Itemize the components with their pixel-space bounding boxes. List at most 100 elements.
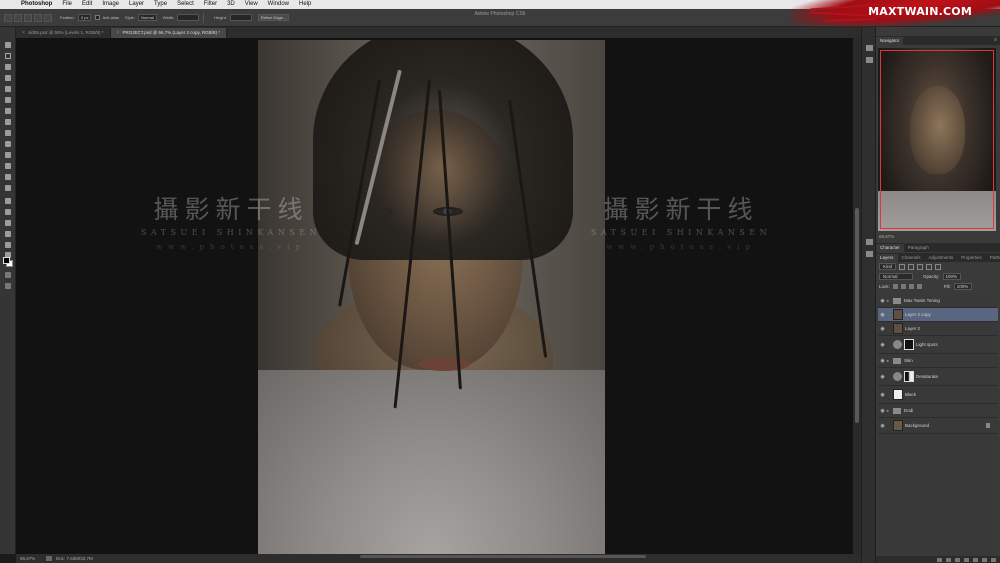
gradient-tool-icon[interactable] [3, 162, 13, 171]
subtract-selection-button[interactable] [34, 13, 42, 22]
panel-menu-icon[interactable]: ≡ [994, 37, 997, 43]
navigator-view-box[interactable] [880, 50, 994, 229]
style-select[interactable]: Normal [137, 14, 157, 21]
eye-icon[interactable]: ◉ [878, 358, 887, 364]
history-panel-icon[interactable] [866, 45, 873, 51]
type-tool-icon[interactable] [3, 208, 13, 217]
layer-row[interactable]: ◉ Desaturate [878, 368, 998, 386]
menu-window[interactable]: Window [263, 0, 294, 9]
tab-navigator[interactable]: Navigator [876, 37, 904, 45]
zoom-level[interactable]: 66,67% [20, 556, 42, 561]
menu-type[interactable]: Type [149, 0, 172, 9]
shape-filter-icon[interactable] [926, 263, 933, 270]
canvas-area[interactable]: 攝影新干线 SATSUEI SHINKANSEN www.photoss.vip… [16, 38, 861, 554]
marquee-tool-icon[interactable] [3, 52, 13, 61]
layer-style-icon[interactable] [946, 557, 951, 562]
move-tool-icon[interactable] [3, 41, 13, 50]
type-filter-icon[interactable] [917, 263, 924, 270]
tab-channels[interactable]: Channels [898, 254, 925, 262]
menu-3d[interactable]: 3D [222, 0, 240, 9]
add-mask-icon[interactable] [955, 557, 960, 562]
path-select-tool-icon[interactable] [3, 219, 13, 228]
hand-tool-icon[interactable] [3, 241, 13, 250]
vertical-scroll-thumb[interactable] [855, 208, 859, 423]
kind-filter-select[interactable]: Kind [879, 263, 897, 270]
pen-tool-icon[interactable] [3, 197, 13, 206]
character-panel-icon[interactable] [866, 239, 873, 245]
menu-help[interactable]: Help [294, 0, 316, 9]
lock-all-icon[interactable] [916, 284, 922, 289]
new-selection-button[interactable] [14, 13, 22, 22]
menu-image[interactable]: Image [97, 0, 124, 9]
tab-adjustments[interactable]: Adjustments [925, 254, 958, 262]
status-export-icon[interactable] [46, 556, 52, 561]
opacity-field[interactable]: 100% [942, 273, 961, 280]
menu-app[interactable]: Photoshop [16, 0, 57, 9]
feather-field[interactable]: 0 px [77, 14, 92, 21]
horizontal-scroll-thumb[interactable] [360, 555, 646, 558]
clone-stamp-tool-icon[interactable] [3, 129, 13, 138]
document-tab[interactable]: × old05.psd @ 50% (Levels 1, RGB/8) * [16, 28, 111, 38]
menu-file[interactable]: File [57, 0, 77, 9]
layer-row[interactable]: ◉ Background [878, 418, 998, 434]
menu-select[interactable]: Select [172, 0, 199, 9]
new-group-icon[interactable] [973, 557, 978, 562]
crop-tool-icon[interactable] [3, 85, 13, 94]
eye-icon[interactable]: ◉ [878, 312, 887, 318]
layer-row[interactable]: ◉ ▸ Max Twain Toning [878, 294, 998, 308]
layer-row[interactable]: ◉ ▸ Dodi [878, 404, 998, 418]
eye-icon[interactable]: ◉ [878, 298, 887, 304]
new-adjustment-icon[interactable] [964, 557, 969, 562]
foreground-color-swatch[interactable] [3, 257, 10, 264]
layer-row[interactable]: ◉ Black [878, 386, 998, 404]
width-field[interactable] [177, 14, 200, 21]
lock-transparent-icon[interactable] [892, 284, 898, 289]
tab-paragraph[interactable]: Paragraph [904, 244, 933, 252]
fill-field[interactable]: 100% [953, 283, 972, 290]
navigator-zoom[interactable]: 66,67% [876, 233, 1000, 241]
adjustment-filter-icon[interactable] [908, 263, 915, 270]
eye-icon[interactable]: ◉ [878, 326, 887, 332]
tab-properties[interactable]: Properties [957, 254, 986, 262]
actions-panel-icon[interactable] [866, 57, 873, 63]
dodge-tool-icon[interactable] [3, 184, 13, 193]
new-layer-icon[interactable] [982, 557, 987, 562]
menu-layer[interactable]: Layer [124, 0, 149, 9]
lock-image-icon[interactable] [900, 284, 906, 289]
tab-paths[interactable]: Paths [986, 254, 1000, 262]
paragraph-panel-icon[interactable] [866, 251, 873, 257]
layer-row[interactable]: ◉ ▸ Skin [878, 354, 998, 368]
document-image[interactable] [258, 40, 605, 554]
eye-icon[interactable]: ◉ [878, 408, 887, 414]
blur-tool-icon[interactable] [3, 173, 13, 182]
lasso-tool-icon[interactable] [3, 63, 13, 72]
link-layers-icon[interactable] [937, 557, 942, 562]
menu-edit[interactable]: Edit [77, 0, 97, 9]
shape-tool-icon[interactable] [3, 230, 13, 239]
document-tab-active[interactable]: × PROJECT.psd @ 66,7% (Layer 2 copy, RGB… [110, 28, 227, 38]
eraser-tool-icon[interactable] [3, 151, 13, 160]
close-tab-icon[interactable]: × [117, 28, 120, 38]
quick-select-tool-icon[interactable] [3, 74, 13, 83]
add-selection-button[interactable] [24, 13, 32, 22]
quick-mask-icon[interactable] [3, 271, 13, 280]
history-brush-tool-icon[interactable] [3, 140, 13, 149]
menu-filter[interactable]: Filter [199, 0, 222, 9]
antialias-checkbox[interactable] [95, 15, 101, 20]
canvas-vertical-scrollbar[interactable] [853, 38, 861, 554]
layer-row[interactable]: ◉ Layer 2 [878, 322, 998, 336]
eye-icon[interactable]: ◉ [878, 342, 887, 348]
eye-icon[interactable]: ◉ [878, 423, 887, 429]
tab-layers[interactable]: Layers [876, 254, 898, 262]
document-size[interactable]: Doc: 7,63M/33,7M [56, 556, 93, 561]
layer-row[interactable]: ◉ Light spots [878, 336, 998, 354]
refine-edge-button[interactable]: Refine Edge... [257, 14, 290, 21]
navigator-preview[interactable] [878, 48, 996, 231]
layer-row-selected[interactable]: ◉ Layer 2 copy [878, 308, 998, 322]
menu-view[interactable]: View [240, 0, 263, 9]
eye-icon[interactable]: ◉ [878, 392, 887, 398]
brush-tool-icon[interactable] [3, 118, 13, 127]
healing-brush-tool-icon[interactable] [3, 107, 13, 116]
height-field[interactable] [229, 14, 252, 21]
blend-mode-select[interactable]: Normal [879, 273, 913, 280]
